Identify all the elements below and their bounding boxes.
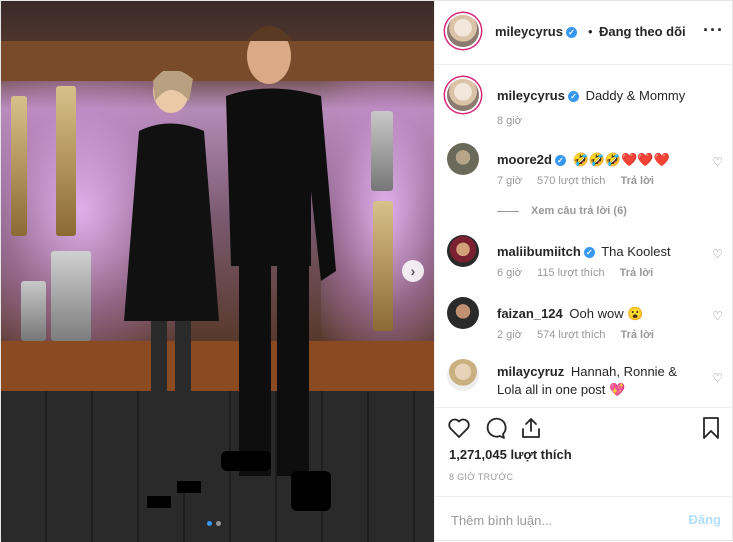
trophy — [371, 111, 393, 191]
comment-avatar[interactable] — [447, 235, 479, 267]
reply-button[interactable]: Trả lời — [620, 175, 654, 187]
comment-avatar[interactable] — [447, 297, 479, 329]
comment-time: 7 giờ — [497, 175, 522, 187]
comment-time: 2 giờ — [497, 329, 522, 341]
more-options-icon[interactable]: ··· — [703, 20, 724, 41]
author-username[interactable]: mileycyrus ✓ — [495, 24, 577, 39]
verified-badge-icon: ✓ — [565, 27, 577, 39]
save-bookmark-icon[interactable] — [699, 416, 723, 440]
reply-button[interactable]: Trả lời — [620, 329, 654, 341]
comment-username[interactable]: faizan_124 — [497, 306, 563, 321]
trophy — [51, 251, 91, 341]
reply-button[interactable]: Trả lời — [620, 267, 654, 279]
man-figure — [221, 26, 336, 511]
like-comment-heart-icon[interactable]: ♡ — [712, 309, 723, 323]
instagram-post: › mileycyrus ✓ • Đang theo dõi ··· mileyc… — [0, 0, 733, 542]
caption-avatar[interactable] — [447, 79, 479, 111]
comment-username[interactable]: maliibumiitch ✓ — [497, 244, 595, 259]
comment-bubble-icon[interactable] — [483, 416, 507, 440]
comment-meta: 6 giờ 115 lượt thích Trả lời — [497, 267, 665, 279]
comment-likes[interactable]: 570 lượt thích — [537, 175, 605, 187]
caption-username-text: mileycyrus — [497, 88, 565, 103]
comment-meta: 2 giờ 574 lượt thích Trả lời — [497, 329, 666, 341]
caption-time: 8 giờ — [497, 115, 522, 127]
comment-username-text: maliibumiitch — [497, 244, 581, 259]
caption-meta: 8 giờ — [497, 115, 534, 127]
caption-username[interactable]: mileycyrus ✓ — [497, 88, 579, 103]
comment-text: Ooh wow 😮 — [569, 306, 644, 321]
trophy — [21, 281, 46, 341]
like-comment-heart-icon[interactable]: ♡ — [712, 247, 723, 261]
caption-body: mileycyrus ✓ Daddy & Mommy — [497, 87, 702, 105]
verified-badge-icon: ✓ — [567, 91, 579, 103]
comment-time: 6 giờ — [497, 267, 522, 279]
comment-username[interactable]: moore2d ✓ — [497, 152, 566, 167]
comment-body: maliibumiitch ✓ Tha Koolest — [497, 243, 702, 261]
post-sidebar: mileycyrus ✓ • Đang theo dõi ··· mileycyr… — [434, 1, 733, 542]
like-heart-icon[interactable] — [447, 416, 471, 440]
likes-count[interactable]: 1,271,045 lượt thích — [449, 447, 572, 462]
like-comment-heart-icon[interactable]: ♡ — [712, 155, 723, 169]
comment-body: milaycyruz Hannah, Ronnie & Lola all in … — [497, 363, 702, 399]
post-timestamp: 8 GIỜ TRƯỚC — [449, 472, 514, 482]
comment-body: faizan_124 Ooh wow 😮 — [497, 305, 702, 323]
carousel-dot — [216, 521, 221, 526]
following-button[interactable]: Đang theo dõi — [599, 24, 686, 39]
comment-likes[interactable]: 115 lượt thích — [537, 267, 605, 279]
comment-username[interactable]: milaycyruz — [497, 364, 564, 379]
comment-username-text: moore2d — [497, 152, 552, 167]
verified-badge-icon: ✓ — [554, 155, 566, 167]
add-comment-bar: Đăng — [435, 496, 733, 542]
comments-list[interactable]: mileycyrus ✓ Daddy & Mommy 8 giờ moore2d ✓… — [435, 65, 733, 407]
post-header: mileycyrus ✓ • Đang theo dõi ··· — [435, 1, 733, 65]
trophy — [373, 201, 393, 331]
comment-likes[interactable]: 574 lượt thích — [537, 329, 605, 341]
author-avatar[interactable] — [447, 15, 479, 47]
like-comment-heart-icon[interactable]: ♡ — [712, 371, 723, 385]
next-photo-arrow-icon[interactable]: › — [402, 260, 424, 282]
caption-text: Daddy & Mommy — [585, 88, 686, 103]
comment-text: Tha Koolest — [601, 244, 671, 259]
post-photo[interactable]: › — [1, 1, 434, 542]
share-icon[interactable] — [519, 416, 543, 440]
comment-body: moore2d ✓ 🤣🤣🤣❤️❤️❤️ — [497, 151, 702, 169]
comment-text: 🤣🤣🤣❤️❤️❤️ — [572, 152, 670, 167]
verified-badge-icon: ✓ — [583, 247, 595, 259]
trophy — [56, 86, 76, 236]
view-replies-link[interactable]: Xem câu trả lời (6) — [497, 205, 627, 217]
trophy — [11, 96, 27, 236]
author-username-text: mileycyrus — [495, 24, 563, 39]
comment-avatar[interactable] — [447, 143, 479, 175]
comment-avatar[interactable] — [447, 359, 479, 391]
post-comment-button[interactable]: Đăng — [689, 512, 722, 527]
carousel-dot-active — [207, 521, 212, 526]
post-actions — [435, 407, 733, 447]
comment-meta: 7 giờ 570 lượt thích Trả lời — [497, 175, 666, 187]
add-comment-input[interactable] — [449, 512, 673, 529]
header-separator: • — [588, 24, 593, 39]
carousel-indicator — [207, 521, 221, 526]
